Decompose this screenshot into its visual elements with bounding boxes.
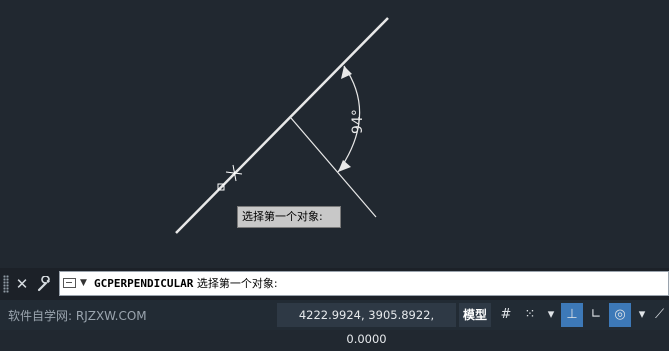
command-prompt-text: GCPERPENDICULAR 选择第一个对象: (94, 275, 278, 292)
cursor-tooltip: 选择第一个对象: (237, 206, 341, 228)
polar-tracking-icon[interactable]: ◎ (609, 303, 631, 327)
customize-wrench-icon[interactable] (36, 273, 54, 295)
recent-commands-icon[interactable] (63, 278, 76, 288)
snap-grid-icon[interactable]: ⁙ (519, 303, 541, 327)
coordinates-readout[interactable]: 4222.9924, 3905.8922, 0.0000 (277, 303, 456, 346)
dimension-arrow-bottom (338, 160, 351, 172)
infer-constraints-icon[interactable]: ⊥ (561, 303, 583, 327)
watermark-text: 软件自学网: RJZXW.COM (8, 309, 147, 323)
ortho-mode-icon[interactable]: ∟ (585, 303, 607, 327)
close-icon[interactable]: ✕ (13, 273, 31, 295)
chevron-down-icon[interactable]: ▼ (80, 276, 87, 290)
model-space-button[interactable]: 模型 (459, 303, 491, 327)
command-prompt: 选择第一个对象: (193, 277, 278, 290)
command-input[interactable]: ▼ GCPERPENDICULAR 选择第一个对象: (59, 271, 669, 296)
chevron-down-icon[interactable]: ▾ (540, 303, 562, 327)
grid-icon[interactable]: # (495, 303, 517, 327)
command-name: GCPERPENDICULAR (94, 277, 194, 290)
angle-dimension-text: 94° (350, 109, 366, 134)
command-line-grip-handle[interactable] (3, 275, 9, 293)
isometric-drafting-icon[interactable]: ⟋ (650, 303, 669, 327)
